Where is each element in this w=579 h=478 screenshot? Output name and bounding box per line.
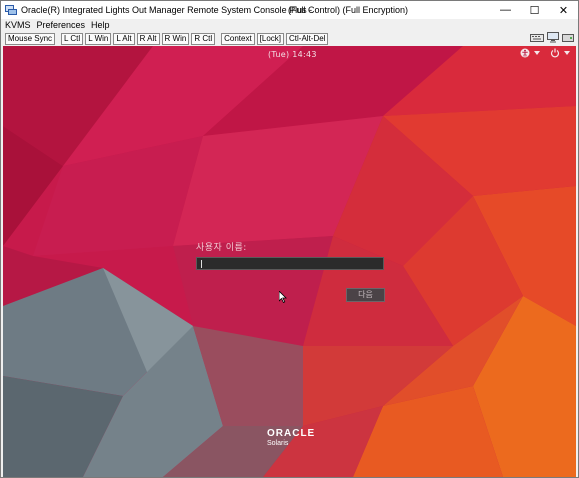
menu-bar: KVMS Preferences Help xyxy=(1,19,578,31)
menu-preferences[interactable]: Preferences xyxy=(37,20,86,30)
title-bar: Oracle(R) Integrated Lights Out Manager … xyxy=(1,1,578,19)
left-alt-button[interactable]: L Alt xyxy=(113,32,135,45)
solaris-logo-text: Solaris xyxy=(267,440,289,447)
lock-button[interactable]: [Lock] xyxy=(256,32,285,45)
keyboard-icon[interactable] xyxy=(530,32,544,46)
ctrl-alt-del-button[interactable]: Ctl-Alt-Del xyxy=(286,32,329,45)
window-title: Oracle(R) Integrated Lights Out Manager … xyxy=(21,5,313,15)
power-icon[interactable] xyxy=(550,48,560,58)
remote-console-screen[interactable]: (Tue) 14:43 사용자 이름: 다음 ORACLE Solaris xyxy=(3,46,576,477)
chevron-down-icon[interactable] xyxy=(534,51,540,55)
close-button[interactable]: ✕ xyxy=(549,1,578,19)
right-ctrl-button[interactable]: R Ctl xyxy=(191,32,216,45)
menu-help[interactable]: Help xyxy=(91,20,110,30)
system-menu xyxy=(516,48,570,58)
username-input[interactable] xyxy=(196,257,384,270)
left-win-button[interactable]: L Win xyxy=(85,32,112,45)
menu-kvms[interactable]: KVMS xyxy=(5,20,31,30)
oracle-solaris-logo: ORACLE Solaris xyxy=(267,428,315,447)
app-icon xyxy=(5,4,17,16)
text-caret xyxy=(201,260,202,268)
mouse-pointer-icon xyxy=(278,290,287,306)
chevron-down-icon[interactable] xyxy=(564,51,570,55)
context-button[interactable]: Context xyxy=(221,32,255,45)
right-win-button[interactable]: R Win xyxy=(161,32,190,45)
toolbar-status-icons xyxy=(527,32,574,46)
minimize-button[interactable]: — xyxy=(491,1,520,19)
window-controls: — ☐ ✕ xyxy=(491,1,578,19)
maximize-button[interactable]: ☐ xyxy=(520,1,549,19)
console-window: Oracle(R) Integrated Lights Out Manager … xyxy=(0,0,579,478)
storage-icon[interactable] xyxy=(562,32,574,46)
right-alt-button[interactable]: R Alt xyxy=(136,32,160,45)
left-ctrl-button[interactable]: L Ctl xyxy=(61,32,84,45)
accessibility-icon[interactable] xyxy=(520,48,530,58)
clock[interactable]: (Tue) 14:43 xyxy=(268,50,317,59)
mouse-sync-button[interactable]: Mouse Sync xyxy=(5,32,56,45)
oracle-logo-text: ORACLE xyxy=(267,428,316,439)
monitor-icon[interactable] xyxy=(547,32,559,46)
toolbar: Mouse Sync L Ctl L Win L Alt R Alt R Win… xyxy=(1,31,578,46)
next-button[interactable]: 다음 xyxy=(346,288,385,302)
window-title-status: (Full Control) (Full Encryption) xyxy=(288,5,409,15)
username-label: 사용자 이름: xyxy=(196,243,247,253)
